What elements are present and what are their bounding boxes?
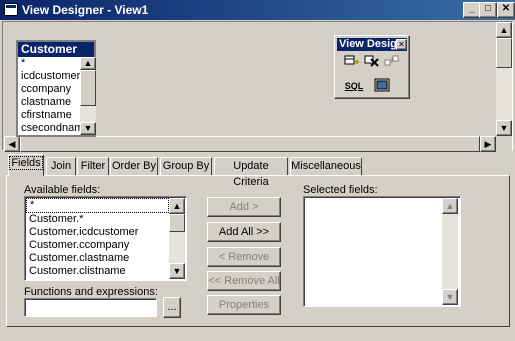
table-field[interactable]: ccompany [18,83,80,96]
maximize-button[interactable]: □ [479,2,497,18]
toolbar-title-text: View Desig [339,38,397,50]
show-sql-icon[interactable]: SQL [343,78,365,94]
close-button[interactable]: ✕ [497,2,515,18]
tab-fields[interactable]: Fields [8,154,44,176]
view-designer-toolbar[interactable]: View Desig ✕ SQL [334,35,410,99]
scroll-right-icon[interactable]: ▶ [480,136,496,152]
table-field-list[interactable]: * icdcustomer ccompany clastname cfirstn… [18,57,80,135]
tab-join[interactable]: Join [46,157,76,175]
scroll-up-icon[interactable]: ▲ [442,198,458,214]
window-title: View Designer - View1 [22,3,149,17]
table-field[interactable]: csecondname [18,122,80,135]
list-item[interactable]: * [26,198,169,213]
toolbar-close-button[interactable]: ✕ [396,39,407,50]
add-table-icon[interactable] [343,54,361,70]
scroll-down-icon[interactable]: ▼ [442,289,458,305]
functions-expressions-input[interactable] [24,298,157,317]
table-customer[interactable]: Customer * icdcustomer ccompany clastnam… [16,40,96,137]
selected-fields-list[interactable]: ▲ ▼ [303,196,461,307]
remove-table-icon[interactable] [363,54,381,70]
scroll-corner [496,136,512,152]
available-fields-label: Available fields: [24,184,101,196]
selected-fields-label: Selected fields: [303,184,378,196]
functions-expressions-label: Functions and expressions: [24,286,158,298]
app-icon [4,3,18,16]
tab-group-by[interactable]: Group By [160,157,212,175]
scroll-up-icon[interactable]: ▲ [496,22,512,38]
list-item[interactable]: Customer.icdcustomer [26,226,169,239]
table-field[interactable]: clastname [18,96,80,109]
available-fields-scrollbar[interactable]: ▲ ▼ [169,198,185,279]
hscroll-thumb[interactable] [20,136,480,152]
list-item[interactable]: Customer.* [26,213,169,226]
scroll-thumb[interactable] [496,38,512,68]
table-field[interactable]: cfirstname [18,109,80,122]
list-item[interactable]: Customer.clistname [26,265,169,278]
scroll-down-icon[interactable]: ▼ [80,122,96,135]
window-titlebar[interactable]: View Designer - View1 _ □ ✕ [0,0,515,20]
list-item[interactable]: Customer.ccompany [26,239,169,252]
remove-button[interactable]: < Remove [207,247,281,267]
expression-builder-button[interactable]: ... [163,297,181,318]
table-header[interactable]: Customer [18,42,94,57]
fields-tab-panel: Available fields: * Customer.* Customer.… [6,175,510,327]
properties-button[interactable]: Properties [207,295,281,315]
available-fields-list[interactable]: * Customer.* Customer.icdcustomer Custom… [24,196,187,281]
scroll-thumb[interactable] [169,214,185,232]
scroll-up-icon[interactable]: ▲ [169,198,185,214]
selected-fields-scrollbar[interactable]: ▲ ▼ [442,198,458,305]
canvas-horizontal-scrollbar[interactable]: ◀ ▶ [4,136,496,152]
table-field[interactable]: icdcustomer [18,70,80,83]
tab-update-criteria[interactable]: Update Criteria [214,157,288,188]
table-field[interactable]: * [18,57,80,70]
scroll-thumb[interactable] [80,70,96,106]
scroll-left-icon[interactable]: ◀ [4,136,20,152]
tab-filter[interactable]: Filter [77,157,109,175]
add-all-button[interactable]: Add All >> [207,222,281,242]
remove-all-button[interactable]: << Remove All [207,271,281,291]
tab-order-by[interactable]: Order By [110,157,158,175]
scroll-down-icon[interactable]: ▼ [169,263,185,279]
tab-label: Fields [9,156,43,170]
add-join-icon[interactable] [383,54,401,70]
canvas-vertical-scrollbar[interactable]: ▲ ▼ [496,22,512,136]
scroll-up-icon[interactable]: ▲ [80,57,96,70]
add-button[interactable]: Add > [207,197,281,217]
table-scrollbar[interactable]: ▲ ▼ [80,57,96,135]
list-item[interactable]: Customer.clastname [26,252,169,265]
tab-miscellaneous[interactable]: Miscellaneous [290,157,362,175]
scroll-down-icon[interactable]: ▼ [496,120,512,136]
maximize-pane-icon[interactable] [373,78,391,94]
